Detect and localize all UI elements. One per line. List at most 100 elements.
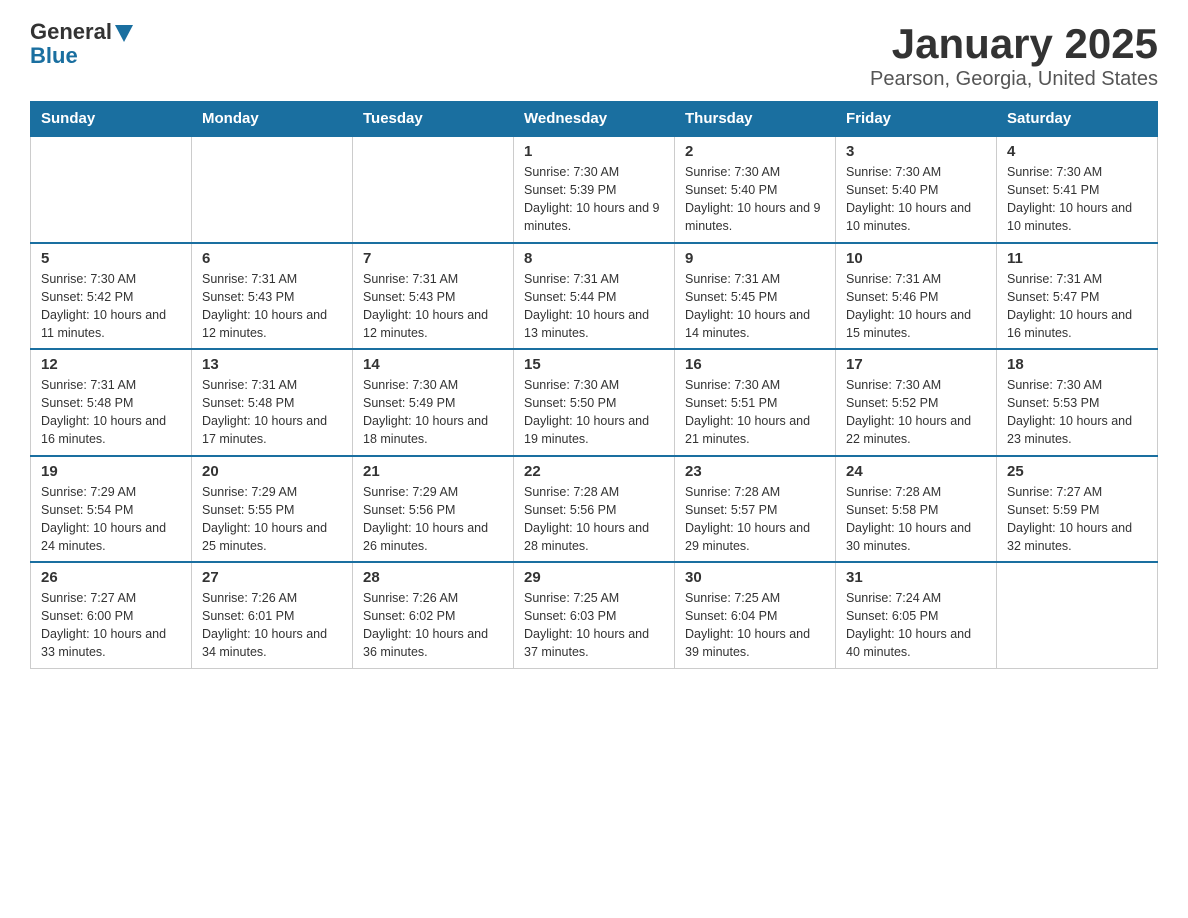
calendar-week-5: 26Sunrise: 7:27 AM Sunset: 6:00 PM Dayli… xyxy=(31,562,1158,668)
day-number: 13 xyxy=(202,356,342,373)
header-tuesday: Tuesday xyxy=(353,102,514,137)
calendar-week-3: 12 Sunrise: 7:31 AM Sunset: 5:48 PM Dayli… xyxy=(31,349,1158,456)
day-number: 28 xyxy=(363,569,503,586)
calendar-cell-w4-d3: 22 Sunrise: 7:28 AM Sunset: 5:56 PM Dayli… xyxy=(514,456,675,563)
header-sunday: Sunday xyxy=(31,102,192,137)
calendar-cell-w4-d4: 23 Sunrise: 7:28 AM Sunset: 5:57 PM Dayli… xyxy=(675,456,836,563)
day-number: 26 xyxy=(41,569,181,586)
calendar-cell-w4-d6: 25 Sunrise: 7:27 AM Sunset: 5:59 PM Dayli… xyxy=(997,456,1158,563)
day-number: 5 xyxy=(41,250,181,267)
day-number: 4 xyxy=(1007,143,1147,160)
day-info: Sunrise: 7:28 AM Sunset: 5:57 PM Dayligh… xyxy=(685,483,825,556)
calendar-cell-w1-d6: 4 Sunrise: 7:30 AM Sunset: 5:41 PM Daylig… xyxy=(997,136,1158,243)
day-number: 3 xyxy=(846,143,986,160)
calendar-cell-w2-d5: 10Sunrise: 7:31 AM Sunset: 5:46 PM Dayli… xyxy=(836,243,997,350)
calendar-cell-w5-d5: 31Sunrise: 7:24 AM Sunset: 6:05 PM Dayli… xyxy=(836,562,997,668)
calendar-cell-w1-d2 xyxy=(353,136,514,243)
calendar-cell-w3-d1: 13 Sunrise: 7:31 AM Sunset: 5:48 PM Dayli… xyxy=(192,349,353,456)
day-info: Sunrise: 7:31 AM Sunset: 5:48 PM Dayligh… xyxy=(202,376,342,449)
calendar-cell-w1-d1 xyxy=(192,136,353,243)
header-saturday: Saturday xyxy=(997,102,1158,137)
calendar-body: 1 Sunrise: 7:30 AM Sunset: 5:39 PM Daylig… xyxy=(31,136,1158,668)
day-info: Sunrise: 7:30 AM Sunset: 5:40 PM Dayligh… xyxy=(685,163,825,236)
calendar-cell-w2-d4: 9 Sunrise: 7:31 AM Sunset: 5:45 PM Daylig… xyxy=(675,243,836,350)
day-info: Sunrise: 7:26 AM Sunset: 6:01 PM Dayligh… xyxy=(202,589,342,662)
calendar-table: Sunday Monday Tuesday Wednesday Thursday… xyxy=(30,101,1158,669)
day-number: 25 xyxy=(1007,463,1147,480)
calendar-cell-w5-d6 xyxy=(997,562,1158,668)
calendar-cell-w4-d1: 20Sunrise: 7:29 AM Sunset: 5:55 PM Dayli… xyxy=(192,456,353,563)
day-number: 23 xyxy=(685,463,825,480)
day-info: Sunrise: 7:30 AM Sunset: 5:42 PM Dayligh… xyxy=(41,270,181,343)
day-number: 14 xyxy=(363,356,503,373)
day-number: 7 xyxy=(363,250,503,267)
calendar-cell-w1-d5: 3 Sunrise: 7:30 AM Sunset: 5:40 PM Daylig… xyxy=(836,136,997,243)
logo-blue-text: Blue xyxy=(30,43,78,68)
calendar-cell-w1-d3: 1 Sunrise: 7:30 AM Sunset: 5:39 PM Daylig… xyxy=(514,136,675,243)
calendar-header-row: Sunday Monday Tuesday Wednesday Thursday… xyxy=(31,102,1158,137)
calendar-cell-w2-d1: 6Sunrise: 7:31 AM Sunset: 5:43 PM Daylig… xyxy=(192,243,353,350)
day-number: 16 xyxy=(685,356,825,373)
day-info: Sunrise: 7:29 AM Sunset: 5:56 PM Dayligh… xyxy=(363,483,503,556)
day-number: 9 xyxy=(685,250,825,267)
day-info: Sunrise: 7:30 AM Sunset: 5:50 PM Dayligh… xyxy=(524,376,664,449)
calendar-cell-w4-d2: 21Sunrise: 7:29 AM Sunset: 5:56 PM Dayli… xyxy=(353,456,514,563)
day-info: Sunrise: 7:31 AM Sunset: 5:45 PM Dayligh… xyxy=(685,270,825,343)
day-info: Sunrise: 7:30 AM Sunset: 5:52 PM Dayligh… xyxy=(846,376,986,449)
day-number: 18 xyxy=(1007,356,1147,373)
logo-general-text: General xyxy=(30,20,112,44)
day-number: 24 xyxy=(846,463,986,480)
day-info: Sunrise: 7:25 AM Sunset: 6:03 PM Dayligh… xyxy=(524,589,664,662)
day-number: 12 xyxy=(41,356,181,373)
day-info: Sunrise: 7:30 AM Sunset: 5:51 PM Dayligh… xyxy=(685,376,825,449)
header-monday: Monday xyxy=(192,102,353,137)
calendar-cell-w5-d4: 30Sunrise: 7:25 AM Sunset: 6:04 PM Dayli… xyxy=(675,562,836,668)
day-info: Sunrise: 7:29 AM Sunset: 5:54 PM Dayligh… xyxy=(41,483,181,556)
header-thursday: Thursday xyxy=(675,102,836,137)
day-info: Sunrise: 7:28 AM Sunset: 5:56 PM Dayligh… xyxy=(524,483,664,556)
day-info: Sunrise: 7:30 AM Sunset: 5:39 PM Dayligh… xyxy=(524,163,664,236)
calendar-cell-w2-d6: 11Sunrise: 7:31 AM Sunset: 5:47 PM Dayli… xyxy=(997,243,1158,350)
day-info: Sunrise: 7:31 AM Sunset: 5:46 PM Dayligh… xyxy=(846,270,986,343)
day-info: Sunrise: 7:30 AM Sunset: 5:40 PM Dayligh… xyxy=(846,163,986,236)
calendar-cell-w4-d0: 19Sunrise: 7:29 AM Sunset: 5:54 PM Dayli… xyxy=(31,456,192,563)
calendar-cell-w1-d4: 2Sunrise: 7:30 AM Sunset: 5:40 PM Daylig… xyxy=(675,136,836,243)
day-info: Sunrise: 7:27 AM Sunset: 5:59 PM Dayligh… xyxy=(1007,483,1147,556)
day-number: 20 xyxy=(202,463,342,480)
calendar-cell-w3-d4: 16 Sunrise: 7:30 AM Sunset: 5:51 PM Dayli… xyxy=(675,349,836,456)
calendar-cell-w3-d5: 17Sunrise: 7:30 AM Sunset: 5:52 PM Dayli… xyxy=(836,349,997,456)
day-info: Sunrise: 7:30 AM Sunset: 5:41 PM Dayligh… xyxy=(1007,163,1147,236)
day-number: 27 xyxy=(202,569,342,586)
calendar-cell-w3-d2: 14 Sunrise: 7:30 AM Sunset: 5:49 PM Dayli… xyxy=(353,349,514,456)
calendar-cell-w2-d0: 5 Sunrise: 7:30 AM Sunset: 5:42 PM Daylig… xyxy=(31,243,192,350)
day-info: Sunrise: 7:31 AM Sunset: 5:43 PM Dayligh… xyxy=(363,270,503,343)
day-number: 11 xyxy=(1007,250,1147,267)
day-info: Sunrise: 7:30 AM Sunset: 5:53 PM Dayligh… xyxy=(1007,376,1147,449)
day-number: 29 xyxy=(524,569,664,586)
day-info: Sunrise: 7:24 AM Sunset: 6:05 PM Dayligh… xyxy=(846,589,986,662)
title-block: January 2025 Pearson, Georgia, United St… xyxy=(870,20,1158,91)
header-wednesday: Wednesday xyxy=(514,102,675,137)
day-number: 1 xyxy=(524,143,664,160)
calendar-cell-w3-d0: 12 Sunrise: 7:31 AM Sunset: 5:48 PM Dayli… xyxy=(31,349,192,456)
calendar-cell-w2-d3: 8 Sunrise: 7:31 AM Sunset: 5:44 PM Daylig… xyxy=(514,243,675,350)
page-header: General Blue January 2025 Pearson, Georg… xyxy=(30,20,1158,91)
calendar-week-2: 5 Sunrise: 7:30 AM Sunset: 5:42 PM Daylig… xyxy=(31,243,1158,350)
day-number: 22 xyxy=(524,463,664,480)
day-info: Sunrise: 7:31 AM Sunset: 5:44 PM Dayligh… xyxy=(524,270,664,343)
day-number: 15 xyxy=(524,356,664,373)
calendar-cell-w2-d2: 7 Sunrise: 7:31 AM Sunset: 5:43 PM Daylig… xyxy=(353,243,514,350)
day-info: Sunrise: 7:31 AM Sunset: 5:48 PM Dayligh… xyxy=(41,376,181,449)
calendar-cell-w1-d0 xyxy=(31,136,192,243)
day-info: Sunrise: 7:25 AM Sunset: 6:04 PM Dayligh… xyxy=(685,589,825,662)
day-info: Sunrise: 7:30 AM Sunset: 5:49 PM Dayligh… xyxy=(363,376,503,449)
day-number: 8 xyxy=(524,250,664,267)
calendar-subtitle: Pearson, Georgia, United States xyxy=(870,68,1158,91)
calendar-title: January 2025 xyxy=(870,20,1158,68)
day-info: Sunrise: 7:31 AM Sunset: 5:43 PM Dayligh… xyxy=(202,270,342,343)
calendar-cell-w5-d0: 26Sunrise: 7:27 AM Sunset: 6:00 PM Dayli… xyxy=(31,562,192,668)
calendar-cell-w3-d6: 18 Sunrise: 7:30 AM Sunset: 5:53 PM Dayli… xyxy=(997,349,1158,456)
calendar-cell-w5-d1: 27 Sunrise: 7:26 AM Sunset: 6:01 PM Dayli… xyxy=(192,562,353,668)
calendar-cell-w5-d2: 28Sunrise: 7:26 AM Sunset: 6:02 PM Dayli… xyxy=(353,562,514,668)
logo: General Blue xyxy=(30,20,133,68)
